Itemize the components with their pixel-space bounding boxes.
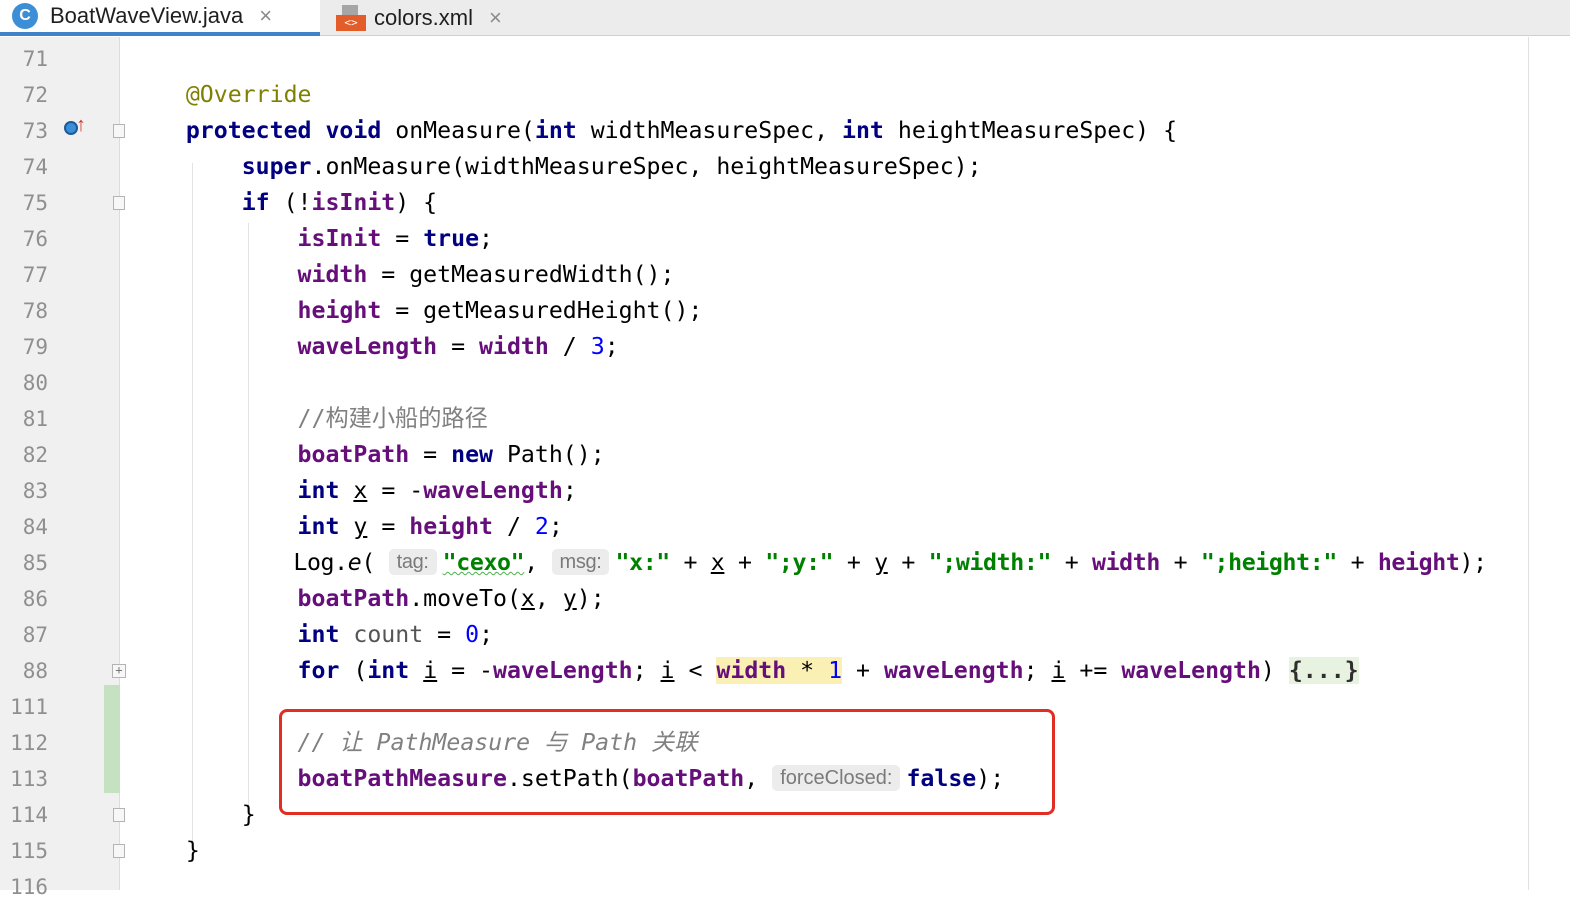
tab-boatwaveview-java[interactable]: C BoatWaveView.java ×	[0, 0, 320, 36]
line-number: 85	[22, 551, 48, 575]
folded-code-block[interactable]: {...}	[1288, 657, 1359, 684]
code-line[interactable]: 82 boatPath = new Path();	[0, 437, 1570, 473]
line-number: 111	[10, 695, 48, 719]
code-text: int count = 0;	[297, 621, 494, 648]
line-number: 78	[22, 299, 48, 323]
line-number: 83	[22, 479, 48, 503]
line-number: 75	[22, 191, 48, 215]
line-number: 116	[10, 875, 48, 899]
code-text: //构建小船的路径	[297, 405, 488, 432]
code-line[interactable]: 76 isInit = true;	[0, 221, 1570, 257]
line-number: 114	[10, 803, 48, 827]
code-line[interactable]: 86 boatPath.moveTo(x, y);	[0, 581, 1570, 617]
code-line[interactable]: 78 height = getMeasuredHeight();	[0, 293, 1570, 329]
line-number: 112	[10, 731, 48, 755]
code-line[interactable]: 80	[0, 365, 1570, 401]
code-line[interactable]: 81 //构建小船的路径	[0, 401, 1570, 437]
code-line[interactable]: 79 waveLength = width / 3;	[0, 329, 1570, 365]
line-number: 80	[22, 371, 48, 395]
editor-tab-bar: C BoatWaveView.java × <> colors.xml ×	[0, 0, 1570, 36]
code-line[interactable]: 71	[0, 41, 1570, 77]
line-number: 79	[22, 335, 48, 359]
line-number: 81	[22, 407, 48, 431]
code-text: if (!isInit) {	[241, 189, 438, 216]
xml-file-icon: <>	[336, 5, 366, 31]
code-line[interactable]: 116	[0, 869, 1570, 905]
line-number: 71	[22, 47, 48, 71]
line-number: 87	[22, 623, 48, 647]
line-number: 77	[22, 263, 48, 287]
code-text: }	[185, 837, 200, 864]
line-number: 76	[22, 227, 48, 251]
code-line[interactable]: 75 if (!isInit) {	[0, 185, 1570, 221]
code-text: super.onMeasure(widthMeasureSpec, height…	[241, 153, 982, 180]
tab-label: BoatWaveView.java	[50, 3, 244, 28]
code-editor[interactable]: ↑ + 71 72 @Override 73 protected void on…	[0, 37, 1570, 899]
close-icon[interactable]: ×	[259, 3, 272, 29]
code-text: isInit = true;	[297, 225, 493, 252]
code-line[interactable]: 83 int x = -waveLength;	[0, 473, 1570, 509]
code-text: }	[241, 801, 256, 828]
tab-label: colors.xml	[374, 5, 474, 30]
parameter-hint: tag:	[388, 549, 437, 575]
code-line[interactable]: 72 @Override	[0, 77, 1570, 113]
code-line[interactable]: 73 protected void onMeasure(int widthMea…	[0, 113, 1570, 149]
code-line[interactable]: 88 for (int i = -waveLength; i < width *…	[0, 653, 1570, 689]
line-number: 86	[22, 587, 48, 611]
line-number: 115	[10, 839, 48, 863]
code-text: Log.e( tag: "cexo", msg: "x:" + x + ";y:" …	[293, 549, 1487, 576]
code-line[interactable]: 74 super.onMeasure(widthMeasureSpec, hei…	[0, 149, 1570, 185]
code-line[interactable]: 77 width = getMeasuredWidth();	[0, 257, 1570, 293]
java-class-icon: C	[12, 3, 38, 29]
line-number: 74	[22, 155, 48, 179]
code-text: @Override	[185, 81, 312, 108]
line-number: 84	[22, 515, 48, 539]
code-text: height = getMeasuredHeight();	[297, 297, 703, 324]
line-number: 82	[22, 443, 48, 467]
highlight-annotation-box	[279, 709, 1055, 815]
code-text: width = getMeasuredWidth();	[297, 261, 675, 288]
parameter-hint: msg:	[551, 549, 610, 575]
line-number: 88	[22, 659, 48, 683]
tab-colors-xml[interactable]: <> colors.xml ×	[330, 0, 530, 36]
code-text: int y = height / 2;	[297, 513, 563, 540]
code-text: boatPath.moveTo(x, y);	[297, 585, 605, 612]
line-number: 72	[22, 83, 48, 107]
code-line[interactable]: 87 int count = 0;	[0, 617, 1570, 653]
code-text: for (int i = -waveLength; i < width * 1 …	[297, 657, 1359, 684]
code-line[interactable]: 85 Log.e( tag: "cexo", msg: "x:" + x + ";y…	[0, 545, 1570, 581]
code-text: boatPath = new Path();	[297, 441, 605, 468]
code-text: waveLength = width / 3;	[297, 333, 619, 360]
code-line[interactable]: 115 }	[0, 833, 1570, 869]
code-text: protected void onMeasure(int widthMeasur…	[185, 117, 1178, 144]
line-number: 73	[22, 119, 48, 143]
code-line[interactable]: 84 int y = height / 2;	[0, 509, 1570, 545]
close-icon[interactable]: ×	[489, 5, 502, 31]
line-number: 113	[10, 767, 48, 791]
code-text: int x = -waveLength;	[297, 477, 577, 504]
search-highlight: width * 1	[716, 657, 843, 684]
